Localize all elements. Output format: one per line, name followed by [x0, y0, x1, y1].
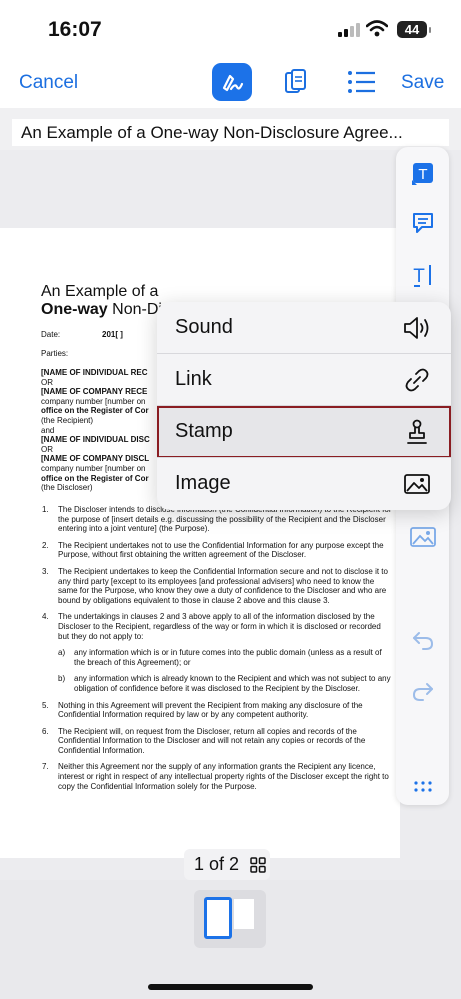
clause-number: 4. [42, 612, 49, 622]
clause-text: Neither this Agreement nor the supply of… [58, 762, 389, 791]
page-thumbnail-current [204, 897, 232, 939]
image-insert-icon [409, 527, 436, 547]
text-cursor-icon: T [413, 265, 431, 287]
text-box-icon: T [411, 163, 433, 185]
clause-item: 7. Neither this Agreement nor the supply … [42, 762, 394, 791]
clause-item: b) any information which is already known… [42, 674, 394, 693]
document-heading: An Example of a One-way Non-Di [41, 283, 162, 319]
clause-item: 4. The undertakings in clauses 2 and 3 ab… [42, 612, 394, 641]
party-line: company number [number on [41, 463, 146, 473]
image-insert-tool[interactable] [396, 517, 449, 557]
date-label: Date: [41, 330, 61, 339]
clause-number: 7. [42, 762, 49, 772]
wifi-icon [366, 20, 388, 37]
menu-item-link[interactable]: Link [157, 354, 451, 406]
text-cursor-tool[interactable]: T [396, 255, 449, 295]
clause-number: 3. [42, 566, 49, 576]
svg-text:T: T [418, 166, 427, 183]
party-line: (the Discloser) [41, 483, 93, 493]
speaker-icon [404, 317, 429, 339]
clause-number: b) [58, 674, 66, 684]
page-thumbnails-strip [0, 880, 461, 999]
clause-number: 2. [42, 540, 49, 550]
more-icon [413, 781, 432, 792]
menu-item-label: Link [175, 368, 212, 390]
clauses-list: 1.The Discloser intends to disclose info… [42, 505, 394, 798]
clause-text: The Recipient undertakes not to use the … [58, 540, 384, 560]
clause-text: any information which is or in future co… [74, 648, 382, 667]
insert-menu-popover: Sound Link Stamp Image [157, 302, 451, 510]
party-line: [NAME OF COMPANY RECE [41, 387, 148, 397]
clause-number: a) [58, 648, 66, 658]
page-thumbnail-next [234, 899, 254, 929]
undo-button[interactable] [396, 620, 449, 660]
menu-item-label: Image [175, 472, 231, 494]
svg-text:T: T [413, 266, 425, 287]
battery-icon: 44 [397, 21, 431, 38]
outline-list-icon[interactable] [347, 70, 377, 94]
menu-item-image[interactable]: Image [157, 458, 451, 510]
image-icon [404, 474, 430, 494]
document-title-field[interactable]: An Example of a One-way Non-Disclosure A… [12, 119, 449, 146]
cellular-signal-icon [338, 23, 360, 37]
cancel-button[interactable]: Cancel [19, 72, 78, 94]
clause-text: The undertakings in clauses 2 and 3 abov… [58, 612, 381, 641]
party-line: [NAME OF INDIVIDUAL REC [41, 368, 148, 377]
page-indicator-label: 1 of 2 [194, 854, 240, 874]
parties-block: [NAME OF INDIVIDUAL REC OR [NAME OF COMPAN… [41, 368, 150, 493]
comment-tool[interactable] [396, 203, 449, 243]
page-thumbnail[interactable] [194, 890, 266, 948]
clause-text: The Recipient will, on request from the … [58, 726, 366, 755]
clause-text: Nothing in this Agreement will prevent t… [58, 700, 363, 720]
redo-button[interactable] [396, 671, 449, 711]
party-line: OR [41, 377, 53, 387]
redo-icon [412, 683, 433, 701]
menu-item-stamp[interactable]: Stamp [157, 406, 451, 458]
clause-text: The Recipient undertakes to keep the Con… [58, 566, 388, 605]
party-line: OR [41, 444, 53, 454]
party-line: office on the Register of Cor [41, 473, 149, 483]
text-box-tool[interactable]: T [396, 153, 449, 193]
menu-item-label: Stamp [175, 420, 233, 442]
clause-item: a) any information which is or in future … [42, 648, 394, 667]
clause-number: 5. [42, 700, 49, 710]
top-toolbar: Cancel Save [0, 56, 461, 108]
party-line: [NAME OF INDIVIDUAL DISC [41, 435, 150, 445]
date-value: 201[ ] [102, 330, 123, 339]
clause-item: 3. The Recipient undertakes to keep the C… [42, 567, 394, 605]
party-line: and [41, 425, 55, 435]
document-pages-icon[interactable] [284, 68, 308, 96]
heading-line-1: An Example of a [41, 283, 159, 300]
grid-view-icon[interactable] [250, 857, 266, 873]
status-time: 16:07 [48, 18, 102, 41]
more-tools-button[interactable] [396, 767, 449, 807]
pen-scribble-icon [222, 74, 244, 92]
party-line: office on the Register of Cor [41, 406, 149, 416]
clause-item: 6. The Recipient will, on request from th… [42, 727, 394, 756]
menu-item-sound[interactable]: Sound [157, 302, 451, 354]
comment-icon [412, 213, 433, 233]
clause-item: 2. The Recipient undertakes not to use th… [42, 541, 394, 560]
status-bar: 16:07 44 [0, 0, 461, 56]
menu-item-label: Sound [175, 316, 233, 338]
party-line: [NAME OF COMPANY DISCL [41, 454, 150, 464]
home-indicator [148, 984, 313, 990]
clause-item: 5. Nothing in this Agreement will prevent… [42, 701, 394, 720]
markup-tool-button[interactable] [212, 63, 252, 101]
heading-bold: One-way [41, 301, 108, 318]
parties-label: Parties: [41, 349, 69, 358]
heading-rest: Non-Di [107, 301, 162, 318]
page-indicator[interactable]: 1 of 2 [184, 849, 270, 880]
save-button[interactable]: Save [401, 72, 444, 94]
clause-number: 6. [42, 726, 49, 736]
undo-icon [412, 632, 433, 650]
stamp-icon [407, 419, 427, 444]
clause-text: any information which is already known t… [74, 674, 391, 693]
clause-number: 1. [42, 505, 49, 514]
party-line: (the Recipient) [41, 415, 94, 425]
party-line: company number [number on [41, 396, 146, 406]
link-icon [405, 368, 429, 392]
